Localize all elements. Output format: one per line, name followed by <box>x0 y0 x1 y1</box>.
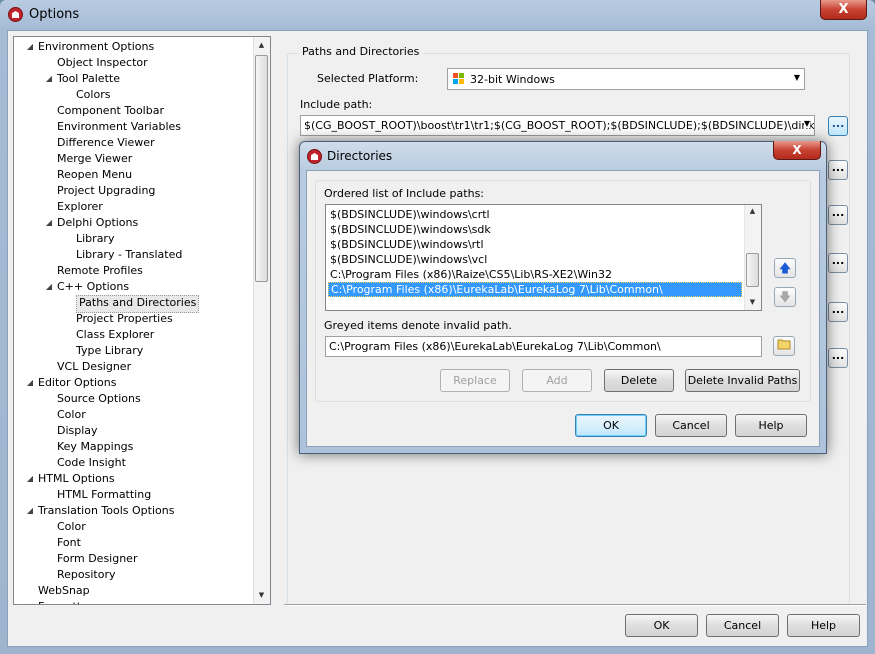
app-icon <box>8 7 23 22</box>
browse-button-2[interactable]: ... <box>828 160 848 180</box>
dialog-app-icon <box>307 149 322 164</box>
tree-item[interactable]: Formatter <box>38 599 92 604</box>
expand-arrow-icon[interactable]: ◢ <box>44 215 54 231</box>
tree-item[interactable]: Key Mappings <box>57 439 133 455</box>
arrow-up-icon: 🡅 <box>778 261 792 275</box>
tree-item[interactable]: Project Upgrading <box>57 183 155 199</box>
expand-arrow-icon[interactable]: ◢ <box>25 503 35 519</box>
footer-divider <box>284 604 866 606</box>
tree-item[interactable]: Remote Profiles <box>57 263 143 279</box>
expand-arrow-icon[interactable]: ◢ <box>25 471 35 487</box>
window-close-button[interactable]: X <box>820 0 867 20</box>
dialog-help-button[interactable]: Help <box>735 414 807 437</box>
tree-item[interactable]: Tool Palette <box>57 71 120 87</box>
collapse-arrow-icon[interactable]: ▷ <box>25 599 35 604</box>
options-tree[interactable]: ◢ Environment Options Object Inspector ◢ Too… <box>13 36 271 605</box>
expand-arrow-icon[interactable]: ◢ <box>44 71 54 87</box>
tree-item[interactable]: Class Explorer <box>76 327 154 343</box>
dialog-ok-button[interactable]: OK <box>575 414 647 437</box>
window-title: Options <box>29 7 80 22</box>
add-button[interactable]: Add <box>522 369 592 392</box>
tree-item[interactable]: HTML Formatting <box>57 487 151 503</box>
scroll-up-icon[interactable]: ▲ <box>744 207 761 215</box>
group-title: Paths and Directories <box>298 45 424 58</box>
tree-item[interactable]: Color <box>57 519 86 535</box>
tree-item[interactable]: Form Designer <box>57 551 137 567</box>
folder-icon <box>777 339 791 353</box>
tree-item[interactable]: Merge Viewer <box>57 151 132 167</box>
list-item[interactable]: C:\Program Files (x86)\Raize\CS5\Lib\RS-… <box>328 267 744 282</box>
arrow-down-icon: 🡇 <box>778 290 792 304</box>
dialog-close-button[interactable]: X <box>773 141 821 160</box>
tree-item[interactable]: WebSnap <box>38 583 90 599</box>
browse-button-5[interactable]: ... <box>828 302 848 322</box>
tree-item[interactable]: Component Toolbar <box>57 103 164 119</box>
scroll-up-icon[interactable]: ▲ <box>253 41 270 49</box>
move-down-button[interactable]: 🡇 <box>774 287 796 307</box>
expand-arrow-icon[interactable]: ◢ <box>25 39 35 55</box>
list-item[interactable]: $(BDSINCLUDE)\windows\sdk <box>328 222 744 237</box>
tree-item[interactable]: Environment Variables <box>57 119 181 135</box>
browse-button-4[interactable]: ... <box>828 253 848 273</box>
list-item[interactable]: $(BDSINCLUDE)\windows\crtl <box>328 207 744 222</box>
tree-item[interactable]: Delphi Options <box>57 215 138 231</box>
replace-button[interactable]: Replace <box>440 369 510 392</box>
tree-item[interactable]: Library <box>76 231 114 247</box>
tree-item[interactable]: Object Inspector <box>57 55 148 71</box>
tree-scroll-thumb[interactable] <box>255 55 268 282</box>
delete-button[interactable]: Delete <box>604 369 674 392</box>
expand-arrow-icon[interactable]: ◢ <box>25 375 35 391</box>
tree-item[interactable]: Explorer <box>57 199 103 215</box>
tree-item[interactable]: Library - Translated <box>76 247 182 263</box>
chevron-down-icon: ▼ <box>803 119 810 128</box>
tree-item[interactable]: Difference Viewer <box>57 135 155 151</box>
platform-select[interactable]: 32-bit Windows ▼ <box>447 68 805 90</box>
tree-item[interactable]: Color <box>57 407 86 423</box>
tree-item[interactable]: Code Insight <box>57 455 126 471</box>
tree-item[interactable]: Translation Tools Options <box>38 503 174 519</box>
tree-item[interactable]: Type Library <box>76 343 143 359</box>
tree-item[interactable]: C++ Options <box>57 279 129 295</box>
path-input[interactable]: C:\Program Files (x86)\EurekaLab\EurekaL… <box>325 336 762 357</box>
browse-button-3[interactable]: ... <box>828 205 848 225</box>
list-item[interactable]: $(BDSINCLUDE)\windows\vcl <box>328 252 744 267</box>
platform-label: Selected Platform: <box>317 72 419 85</box>
include-paths-list[interactable]: $(BDSINCLUDE)\windows\crtl $(BDSINCLUDE)\… <box>325 204 762 311</box>
include-path-input[interactable]: $(CG_BOOST_ROOT)\boost\tr1\tr1;$(CG_BOOS… <box>300 115 815 136</box>
include-path-value: $(CG_BOOST_ROOT)\boost\tr1\tr1;$(CG_BOOS… <box>304 119 815 132</box>
dialog-cancel-button[interactable]: Cancel <box>655 414 727 437</box>
include-path-label: Include path: <box>300 98 373 111</box>
delete-invalid-paths-button[interactable]: Delete Invalid Paths <box>685 369 800 392</box>
tree-item[interactable]: Source Options <box>57 391 141 407</box>
tree-item[interactable]: Font <box>57 535 81 551</box>
browse-folder-button[interactable] <box>773 336 795 356</box>
tree-item[interactable]: Display <box>57 423 98 439</box>
windows-flag-icon <box>452 72 466 86</box>
ok-button[interactable]: OK <box>625 614 698 637</box>
scroll-down-icon[interactable]: ▼ <box>744 298 761 306</box>
tree-item[interactable]: Editor Options <box>38 375 117 391</box>
tree-item[interactable]: Environment Options <box>38 39 154 55</box>
dialog-title: Directories <box>327 149 393 163</box>
tree-item[interactable]: Reopen Menu <box>57 167 132 183</box>
list-item[interactable]: C:\Program Files (x86)\EurekaLab\EurekaL… <box>328 282 742 297</box>
include-path-browse-button[interactable]: ... <box>828 116 848 136</box>
greyed-note: Greyed items denote invalid path. <box>324 319 512 332</box>
move-up-button[interactable]: 🡅 <box>774 258 796 278</box>
tree-item[interactable]: Repository <box>57 567 116 583</box>
tree-item[interactable]: HTML Options <box>38 471 115 487</box>
expand-arrow-icon[interactable]: ◢ <box>44 279 54 295</box>
list-scroll-thumb[interactable] <box>746 253 759 287</box>
tree-item[interactable]: Project Properties <box>76 311 173 327</box>
scroll-down-icon[interactable]: ▼ <box>253 591 270 599</box>
browse-button-6[interactable]: ... <box>828 348 848 368</box>
chevron-down-icon: ▼ <box>793 73 800 82</box>
cancel-button[interactable]: Cancel <box>706 614 779 637</box>
tree-item[interactable]: Colors <box>76 87 110 103</box>
help-button[interactable]: Help <box>787 614 860 637</box>
list-item[interactable]: $(BDSINCLUDE)\windows\rtl <box>328 237 744 252</box>
tree-item[interactable]: VCL Designer <box>57 359 131 375</box>
include-list-label: Ordered list of Include paths: <box>324 187 484 200</box>
platform-value: 32-bit Windows <box>470 73 555 86</box>
